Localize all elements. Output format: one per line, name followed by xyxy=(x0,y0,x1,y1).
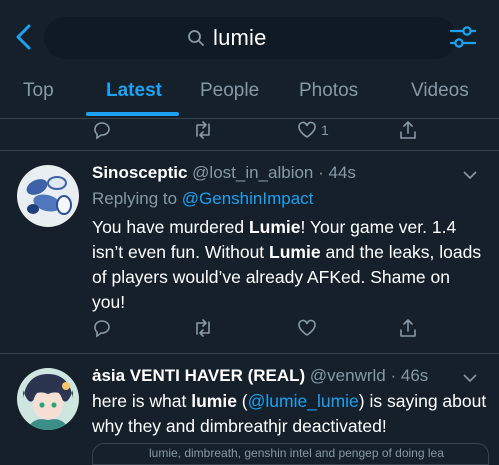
handle[interactable]: @lost_in_albion xyxy=(192,163,313,182)
tweet-actions xyxy=(0,314,499,344)
heart-icon xyxy=(298,121,316,138)
text-segment: here is what xyxy=(92,391,192,411)
highlighted-keyword: Lumie xyxy=(269,242,321,262)
search-icon xyxy=(188,30,204,46)
chevron-down-icon[interactable] xyxy=(463,373,477,383)
text-segment: You have murdered xyxy=(92,217,249,237)
search-filter-icon[interactable] xyxy=(449,23,477,51)
mention-link[interactable]: @lumie_lumie xyxy=(248,391,359,411)
tweet-header: ȧsia VENTI HAVER (REAL) @venwrld · 46s xyxy=(92,366,428,386)
handle[interactable]: @venwrld xyxy=(310,366,386,385)
highlighted-keyword: lumie xyxy=(191,391,237,411)
chevron-down-icon[interactable] xyxy=(463,170,477,180)
media-card-preview[interactable]: lumie, dimbreath, genshin intel and peng… xyxy=(92,443,489,465)
top-bar: lumie xyxy=(0,0,499,72)
separator: · xyxy=(385,366,401,385)
tab-people[interactable]: People xyxy=(200,80,259,102)
avatar[interactable] xyxy=(17,368,79,430)
search-content: lumie xyxy=(187,25,267,51)
reply-button[interactable] xyxy=(92,120,112,140)
avatar[interactable] xyxy=(17,165,79,227)
like-button[interactable]: 1 xyxy=(297,120,329,140)
retweet-button[interactable] xyxy=(192,120,214,140)
reply-icon xyxy=(94,320,110,338)
tab-photos[interactable]: Photos xyxy=(299,80,358,102)
share-button[interactable] xyxy=(398,120,418,140)
back-arrow-icon[interactable] xyxy=(13,22,35,52)
tweet-header: Sinosceptic @lost_in_albion · 44s xyxy=(92,163,356,183)
share-icon xyxy=(400,121,416,139)
like-count: 1 xyxy=(321,122,329,138)
separator: · xyxy=(313,163,329,182)
search-tabs: Top Latest People Photos Videos xyxy=(0,72,499,119)
retweet-icon xyxy=(196,319,210,337)
reply-mention-link[interactable]: @GenshinImpact xyxy=(182,189,314,208)
tab-videos[interactable]: Videos xyxy=(411,80,469,102)
prev-tweet-actions: 1 xyxy=(0,116,499,146)
tab-latest[interactable]: Latest xyxy=(106,80,162,102)
heart-icon xyxy=(298,319,316,336)
reply-button[interactable] xyxy=(92,318,112,338)
tab-top[interactable]: Top xyxy=(23,80,54,102)
timestamp[interactable]: 44s xyxy=(329,163,356,182)
display-name[interactable]: Sinosceptic xyxy=(92,163,187,182)
search-field[interactable]: lumie xyxy=(44,17,457,59)
divider xyxy=(0,150,499,151)
replying-to-label: Replying to xyxy=(92,189,182,208)
text-segment: ( xyxy=(236,391,248,411)
like-button[interactable] xyxy=(297,318,317,338)
share-icon xyxy=(400,319,416,337)
tweet-text: You have murdered Lumie! Your game ver. … xyxy=(92,215,487,315)
display-name[interactable]: ȧsia VENTI HAVER (REAL) xyxy=(92,366,305,385)
divider xyxy=(0,353,499,354)
media-card-text: lumie, dimbreath, genshin intel and peng… xyxy=(149,446,444,460)
reply-icon xyxy=(94,122,110,140)
replying-to: Replying to @GenshinImpact xyxy=(92,189,313,209)
search-query[interactable]: lumie xyxy=(213,25,267,51)
highlighted-keyword: Lumie xyxy=(248,217,301,237)
retweet-icon xyxy=(196,121,210,139)
retweet-button[interactable] xyxy=(192,318,214,338)
share-button[interactable] xyxy=(398,318,418,338)
tweet-text: here is what lumie (@lumie_lumie) is say… xyxy=(92,389,492,439)
timestamp[interactable]: 46s xyxy=(401,366,428,385)
